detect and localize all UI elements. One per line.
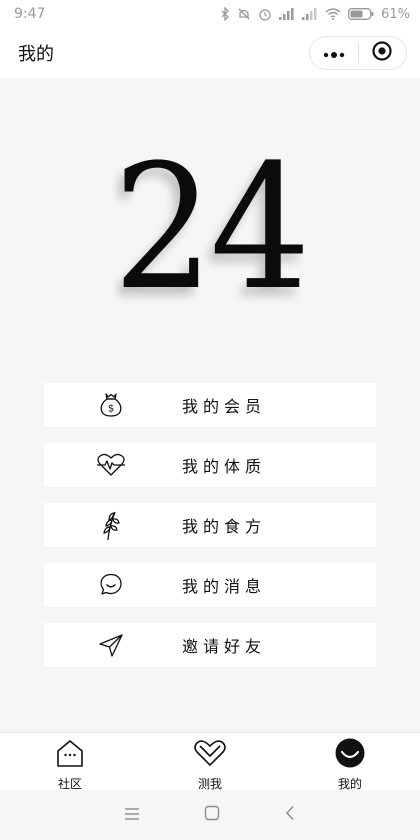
paper-plane-icon — [96, 630, 126, 660]
bluetooth-icon — [220, 7, 230, 21]
menu-item-invite-friends[interactable]: 邀请好友 — [44, 623, 376, 667]
more-button[interactable] — [310, 37, 358, 69]
back-chevron-icon[interactable] — [284, 805, 296, 825]
svg-text:$: $ — [108, 404, 114, 415]
heart-outline-icon — [194, 738, 226, 772]
menu-item-membership[interactable]: $ 我的会员 — [44, 383, 376, 427]
close-mini-program-button[interactable] — [359, 37, 407, 69]
menu-item-label: 我的会员 — [182, 397, 267, 416]
tab-test[interactable]: 测我 — [140, 733, 280, 791]
menu-item-label: 邀请好友 — [182, 637, 267, 656]
status-time: 9:47 — [14, 6, 46, 22]
tab-mine[interactable]: 我的 — [280, 733, 420, 791]
tab-bar: 社区 测我 我的 — [0, 732, 420, 791]
money-bag-icon: $ — [96, 390, 126, 420]
house-icon — [55, 738, 85, 772]
menu-item-label: 我的消息 — [182, 577, 267, 596]
tab-community[interactable]: 社区 — [0, 733, 140, 791]
menu-item-messages[interactable]: 我的消息 — [44, 563, 376, 607]
menu-item-label: 我的食方 — [182, 517, 267, 536]
menu-item-constitution[interactable]: 我的体质 — [44, 443, 376, 487]
menu-lines-icon[interactable] — [124, 806, 140, 825]
menu-item-recipes[interactable]: 我的食方 — [44, 503, 376, 547]
profile-menu: $ 我的会员 我的体质 我的食方 我的消息 邀请好友 — [44, 383, 376, 683]
nav-bar: 我的 — [0, 28, 420, 78]
battery-percent: 61% — [381, 6, 410, 22]
wifi-icon — [325, 8, 341, 20]
page-title: 我的 — [18, 44, 54, 65]
status-bar: 9:47 61% — [0, 0, 420, 28]
system-navigation-bar — [0, 790, 420, 840]
hero-number: 24 — [112, 127, 311, 328]
home-square-icon[interactable] — [204, 805, 220, 825]
chat-bubble-icon — [96, 570, 126, 600]
battery-icon — [348, 8, 374, 20]
status-icons: 61% — [220, 7, 410, 22]
wheat-icon — [96, 510, 126, 541]
more-dots-icon — [323, 44, 345, 63]
smile-circle-icon — [335, 738, 365, 772]
mute-icon — [237, 7, 251, 21]
target-circle-icon — [371, 40, 393, 66]
mini-program-capsule — [309, 36, 407, 70]
signal-icon — [279, 8, 295, 20]
menu-item-label: 我的体质 — [182, 457, 267, 476]
alarm-icon — [258, 7, 272, 21]
heart-pulse-icon — [96, 450, 126, 480]
signal-2-icon — [302, 8, 318, 20]
